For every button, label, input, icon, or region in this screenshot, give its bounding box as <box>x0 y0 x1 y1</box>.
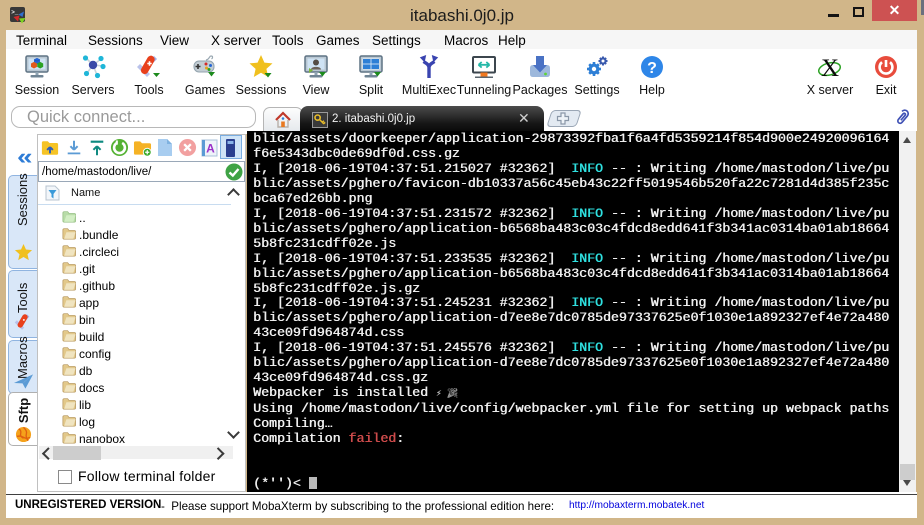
svg-text:?: ? <box>647 60 657 77</box>
svg-text:A: A <box>206 142 215 156</box>
svg-text:X: X <box>821 55 839 80</box>
